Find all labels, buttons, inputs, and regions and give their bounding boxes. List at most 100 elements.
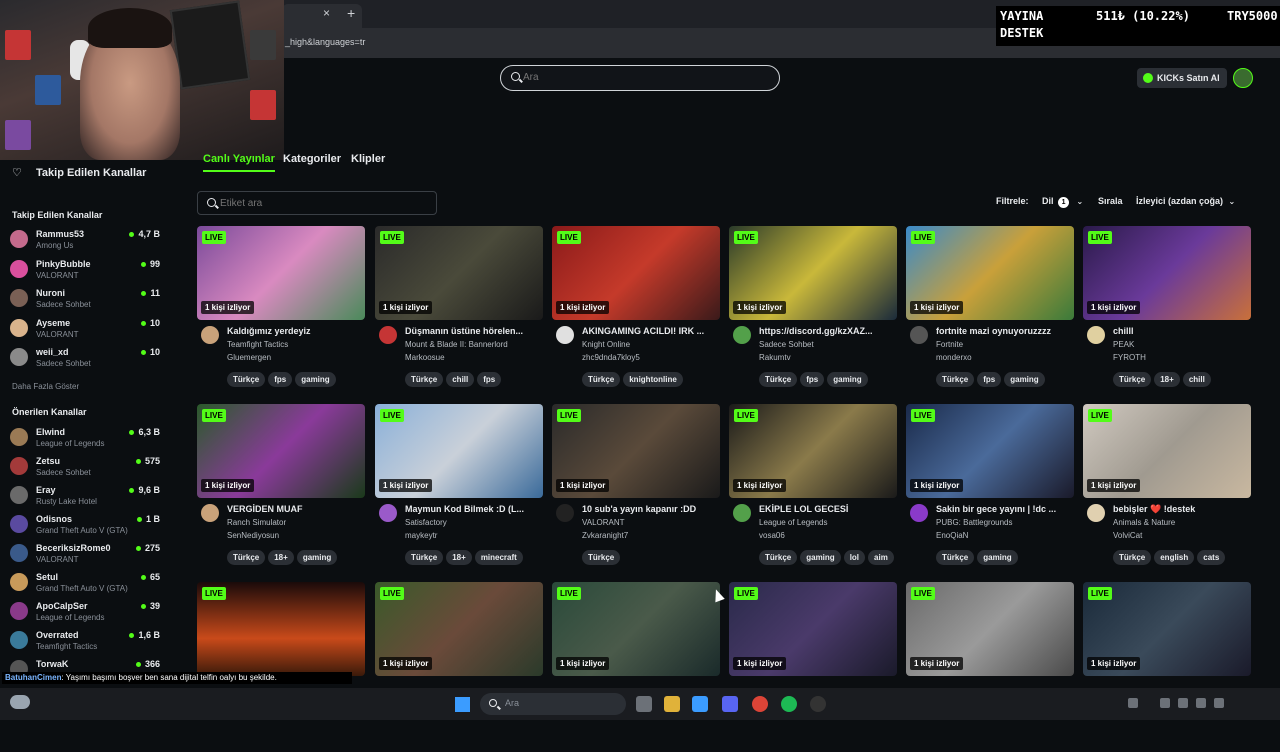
stream-card[interactable]: LIVE 1 kişi izliyor [375, 582, 543, 752]
stream-card[interactable]: LIVE 1 kişi izliyor Kaldığımız yerdeyiz Tea… [197, 226, 365, 396]
stream-thumbnail[interactable]: LIVE 1 kişi izliyor [552, 404, 720, 498]
following-header[interactable]: ♡ Takip Edilen Kanallar [12, 166, 146, 179]
stream-card[interactable]: LIVE 1 kişi izliyor [906, 582, 1074, 752]
chrome-icon[interactable] [752, 696, 768, 712]
streamer-avatar[interactable] [201, 504, 219, 522]
stream-card[interactable]: LIVE 1 kişi izliyor https://discord.gg/kzX… [729, 226, 897, 396]
tag-chip[interactable]: gaming [800, 550, 841, 565]
tag-chip[interactable]: cats [1197, 550, 1226, 565]
stream-thumbnail[interactable]: LIVE 1 kişi izliyor [906, 404, 1074, 498]
sidebar-channel[interactable]: Nuroni Sadece Sohbet 11 [10, 285, 160, 311]
stream-category[interactable]: VALORANT [582, 518, 625, 527]
tag-chip[interactable]: Türkçe [582, 550, 621, 565]
stream-thumbnail[interactable]: LIVE 1 kişi izliyor [375, 226, 543, 320]
url-text[interactable]: _high&languages=tr [285, 37, 365, 47]
tag-chip[interactable]: Türkçe [936, 372, 975, 387]
stream-thumbnail[interactable]: LIVE 1 kişi izliyor [375, 404, 543, 498]
tag-chip[interactable]: aim [868, 550, 894, 565]
tag-chip[interactable]: fps [977, 372, 1002, 387]
stream-thumbnail[interactable]: LIVE 1 kişi izliyor [197, 404, 365, 498]
stream-card[interactable]: LIVE 1 kişi izliyor Düşmanın üstüne hörele… [375, 226, 543, 396]
task-view-icon[interactable] [636, 696, 652, 712]
streamer-name[interactable]: Rakumtv [759, 353, 791, 362]
spotify-icon[interactable] [781, 696, 797, 712]
windows-start-icon[interactable] [455, 697, 470, 712]
stream-card[interactable]: LIVE 1 kişi izliyor bebişler ❤️ !destek Ani… [1083, 404, 1251, 574]
sidebar-channel[interactable]: Eray Rusty Lake Hotel 9,6 B [10, 482, 160, 508]
sidebar-channel[interactable]: BeceriksizRome0 VALORANT 275 [10, 540, 160, 566]
stream-card[interactable]: LIVE 1 kişi izliyor Maymun Kod Bilmek :D (… [375, 404, 543, 574]
tag-chip[interactable]: english [1154, 550, 1195, 565]
streamer-avatar[interactable] [1087, 504, 1105, 522]
display-icon[interactable] [1178, 698, 1188, 708]
stream-title[interactable]: chilll [1113, 326, 1249, 336]
stream-card[interactable]: LIVE 1 kişi izliyor [552, 582, 720, 752]
tag-chip[interactable]: Türkçe [1113, 550, 1152, 565]
stream-thumbnail[interactable]: LIVE 1 kişi izliyor [1083, 226, 1251, 320]
tag-chip[interactable]: Türkçe [405, 550, 444, 565]
stream-title[interactable]: 10 sub'a yayın kapanır :DD [582, 504, 718, 514]
stream-title[interactable]: VERGİDEN MUAF [227, 504, 363, 514]
tag-chip[interactable]: fps [268, 372, 293, 387]
tab-close-icon[interactable]: × [323, 6, 330, 20]
tag-chip[interactable]: gaming [295, 372, 336, 387]
streamer-name[interactable]: Gluemergen [227, 353, 271, 362]
tag-chip[interactable]: gaming [827, 372, 868, 387]
stream-card[interactable]: LIVE [197, 582, 365, 752]
tag-chip[interactable]: Türkçe [759, 372, 798, 387]
weather-icon[interactable] [10, 695, 30, 709]
search-input[interactable] [523, 72, 763, 83]
taskbar-search[interactable]: Ara [480, 693, 626, 715]
stream-card[interactable]: LIVE 1 kişi izliyor chilll PEAK FYROTH Türkçe… [1083, 226, 1251, 396]
stream-card[interactable]: LIVE 1 kişi izliyor Sakin bir gece yayını … [906, 404, 1074, 574]
sidebar-channel[interactable]: Setul Grand Theft Auto V (GTA) 65 [10, 569, 160, 595]
network-icon[interactable] [1160, 698, 1170, 708]
tag-search[interactable] [197, 191, 437, 215]
stream-thumbnail[interactable]: LIVE 1 kişi izliyor [729, 226, 897, 320]
streamer-avatar[interactable] [733, 504, 751, 522]
stream-thumbnail[interactable]: LIVE 1 kişi izliyor [1083, 404, 1251, 498]
tag-chip[interactable]: fps [477, 372, 502, 387]
streamer-name[interactable]: SenNediyosun [227, 531, 279, 540]
tag-chip[interactable]: chill [1182, 372, 1211, 387]
stream-category[interactable]: PEAK [1113, 340, 1134, 349]
stream-thumbnail[interactable]: LIVE 1 kişi izliyor [197, 226, 365, 320]
show-more-link[interactable]: Daha Fazla Göster [12, 382, 79, 391]
stream-card[interactable]: LIVE 1 kişi izliyor [1083, 582, 1251, 752]
tag-chip[interactable]: Türkçe [227, 372, 266, 387]
streamer-name[interactable]: zhc9dnda7kloy5 [582, 353, 640, 362]
stream-card[interactable]: LIVE 1 kişi izliyor EKİPLE LOL GECESİ Leagu… [729, 404, 897, 574]
streamer-name[interactable]: vosa06 [759, 531, 785, 540]
tag-chip[interactable]: 18+ [268, 550, 294, 565]
tag-chip[interactable]: 18+ [446, 550, 472, 565]
streamer-name[interactable]: Zvkaranight7 [582, 531, 628, 540]
stream-thumbnail[interactable]: LIVE 1 kişi izliyor [375, 582, 543, 676]
stream-thumbnail[interactable]: LIVE 1 kişi izliyor [729, 582, 897, 676]
stream-category[interactable]: Sadece Sohbet [759, 340, 814, 349]
stream-category[interactable]: Satisfactory [405, 518, 447, 527]
sidebar-channel[interactable]: Rammus53 Among Us 4,7 B [10, 226, 160, 252]
volume-icon[interactable] [1196, 698, 1206, 708]
sidebar-channel[interactable]: Odisnos Grand Theft Auto V (GTA) 1 B [10, 511, 160, 537]
stream-thumbnail[interactable]: LIVE 1 kişi izliyor [552, 226, 720, 320]
stream-card[interactable]: LIVE 1 kişi izliyor VERGİDEN MUAF Ranch Sim… [197, 404, 365, 574]
stream-title[interactable]: AKINGAMING ACILDI! IRK ... [582, 326, 718, 336]
discord-icon[interactable] [722, 696, 738, 712]
stream-title[interactable]: Maymun Kod Bilmek :D (L... [405, 504, 541, 514]
stream-category[interactable]: Mount & Blade II: Bannerlord [405, 340, 508, 349]
stream-thumbnail[interactable]: LIVE 1 kişi izliyor [1083, 582, 1251, 676]
stream-card[interactable]: LIVE 1 kişi izliyor fortnite mazi oynuyoru… [906, 226, 1074, 396]
new-tab-icon[interactable]: + [347, 5, 355, 21]
tag-chip[interactable]: Türkçe [1113, 372, 1152, 387]
tag-chip[interactable]: Türkçe [936, 550, 975, 565]
stream-thumbnail[interactable]: LIVE 1 kişi izliyor [906, 582, 1074, 676]
stream-category[interactable]: Knight Online [582, 340, 630, 349]
kicks-buy-button[interactable]: KICKs Satın Al [1137, 68, 1227, 88]
tag-chip[interactable]: knightonline [623, 372, 683, 387]
user-avatar[interactable] [1233, 68, 1253, 88]
file-explorer-icon[interactable] [664, 696, 680, 712]
tag-chip[interactable]: gaming [977, 550, 1018, 565]
language-filter[interactable]: Dil 1 ⌄ [1042, 196, 1083, 208]
tag-chip[interactable]: Türkçe [582, 372, 621, 387]
stream-title[interactable]: https://discord.gg/kzXAZ... [759, 326, 895, 336]
